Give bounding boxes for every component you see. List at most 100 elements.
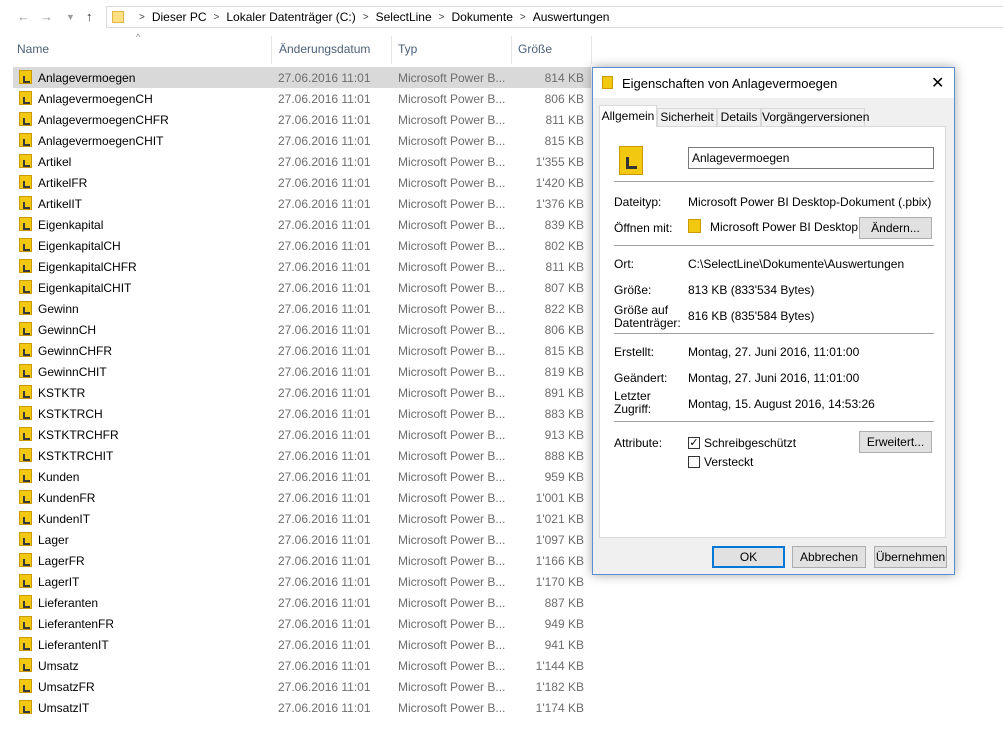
tab-sicherheit[interactable]: Sicherheit bbox=[657, 108, 717, 126]
file-date: 27.06.2016 11:01 bbox=[278, 92, 371, 106]
erweitert-button[interactable]: Erweitert... bbox=[859, 431, 932, 453]
breadcrumb-item[interactable]: Dokumente bbox=[452, 10, 513, 24]
file-row[interactable]: EigenkapitalCHIT 27.06.2016 11:01 Microsof… bbox=[13, 277, 591, 298]
tab-vorgaengerversionen[interactable]: Vorgängerversionen bbox=[761, 108, 869, 126]
file-row[interactable]: GewinnCHIT 27.06.2016 11:01 Microsoft Powe… bbox=[13, 361, 591, 382]
file-date: 27.06.2016 11:01 bbox=[278, 134, 371, 148]
file-row[interactable]: KSTKTRCHIT 27.06.2016 11:01 Microsoft Powe… bbox=[13, 445, 591, 466]
file-row[interactable]: EigenkapitalCHFR 27.06.2016 11:01 Microsof… bbox=[13, 256, 591, 277]
divider bbox=[614, 245, 934, 246]
power-bi-file-icon bbox=[19, 70, 32, 84]
file-row[interactable]: LieferantenIT 27.06.2016 11:01 Microsoft P… bbox=[13, 634, 591, 655]
file-row[interactable]: Anlagevermoegen 27.06.2016 11:01 Microsoft… bbox=[13, 67, 591, 88]
file-row[interactable]: KSTKTRCHFR 27.06.2016 11:01 Microsoft Powe… bbox=[13, 424, 591, 445]
file-size: 811 KB bbox=[545, 113, 584, 127]
ok-button[interactable]: OK bbox=[712, 546, 785, 568]
file-type: Microsoft Power B... bbox=[398, 239, 506, 253]
file-row[interactable]: GewinnCHFR 27.06.2016 11:01 Microsoft Powe… bbox=[13, 340, 591, 361]
divider bbox=[614, 181, 934, 182]
file-row[interactable]: Umsatz 27.06.2016 11:01 Microsoft Power B.… bbox=[13, 655, 591, 676]
aendern-button[interactable]: Ändern... bbox=[859, 217, 932, 239]
chevron-right-icon[interactable]: > bbox=[139, 12, 145, 23]
chevron-down-icon[interactable]: ▼ bbox=[66, 12, 75, 22]
file-row[interactable]: AnlagevermoegenCHFR 27.06.2016 11:01 Micro… bbox=[13, 109, 591, 130]
breadcrumb-item[interactable]: SelectLine bbox=[376, 10, 432, 24]
file-size: 814 KB bbox=[544, 71, 584, 85]
tab-details[interactable]: Details bbox=[717, 108, 761, 126]
column-divider[interactable] bbox=[591, 36, 592, 64]
oeffnen-value: Microsoft Power BI Desktop bbox=[710, 220, 859, 234]
file-row[interactable]: UmsatzIT 27.06.2016 11:01 Microsoft Power … bbox=[13, 697, 591, 718]
file-row[interactable]: Artikel 27.06.2016 11:01 Microsoft Power B… bbox=[13, 151, 591, 172]
file-row[interactable]: AnlagevermoegenCH 27.06.2016 11:01 Microso… bbox=[13, 88, 591, 109]
column-divider[interactable] bbox=[511, 36, 512, 64]
power-bi-file-icon bbox=[19, 427, 32, 441]
file-row[interactable]: Eigenkapital 27.06.2016 11:01 Microsoft Po… bbox=[13, 214, 591, 235]
file-date: 27.06.2016 11:01 bbox=[278, 176, 371, 190]
file-row[interactable]: KSTKTR 27.06.2016 11:01 Microsoft Power B.… bbox=[13, 382, 591, 403]
file-size: 1'376 KB bbox=[535, 197, 584, 211]
file-row[interactable]: KundenIT 27.06.2016 11:01 Microsoft Power … bbox=[13, 508, 591, 529]
power-bi-file-icon bbox=[19, 343, 32, 357]
divider bbox=[614, 333, 934, 334]
power-bi-file-icon bbox=[19, 595, 32, 609]
breadcrumb-item[interactable]: Auswertungen bbox=[533, 10, 610, 24]
power-bi-app-icon bbox=[688, 219, 701, 233]
hidden-checkbox[interactable] bbox=[688, 456, 700, 468]
file-row[interactable]: EigenkapitalCH 27.06.2016 11:01 Microsoft … bbox=[13, 235, 591, 256]
readonly-checkbox[interactable]: ✓ bbox=[688, 437, 700, 449]
file-size: 1'182 KB bbox=[535, 680, 584, 694]
file-name: Artikel bbox=[38, 155, 72, 169]
column-header-type[interactable]: Typ bbox=[398, 40, 508, 64]
abbrechen-button[interactable]: Abbrechen bbox=[792, 546, 866, 568]
file-name-input[interactable] bbox=[688, 147, 934, 169]
column-divider[interactable] bbox=[391, 36, 392, 64]
file-size: 806 KB bbox=[544, 323, 584, 337]
file-size: 1'097 KB bbox=[535, 533, 584, 547]
power-bi-file-icon bbox=[19, 238, 32, 252]
breadcrumb-item[interactable]: Dieser PC bbox=[152, 10, 207, 24]
file-size: 1'420 KB bbox=[535, 176, 584, 190]
breadcrumb-item[interactable]: Lokaler Datenträger (C:) bbox=[226, 10, 355, 24]
file-size: 811 KB bbox=[545, 260, 584, 274]
file-size: 1'001 KB bbox=[535, 491, 584, 505]
forward-icon[interactable]: → bbox=[40, 9, 53, 24]
power-bi-file-icon bbox=[19, 574, 32, 588]
file-name: ArtikelFR bbox=[38, 176, 88, 190]
file-row[interactable]: LieferantenFR 27.06.2016 11:01 Microsoft P… bbox=[13, 613, 591, 634]
file-row[interactable]: LagerIT 27.06.2016 11:01 Microsoft Power B… bbox=[13, 571, 591, 592]
file-row[interactable]: UmsatzFR 27.06.2016 11:01 Microsoft Power … bbox=[13, 676, 591, 697]
file-row[interactable]: Kunden 27.06.2016 11:01 Microsoft Power B.… bbox=[13, 466, 591, 487]
tab-allgemein[interactable]: Allgemein bbox=[599, 105, 657, 127]
file-row[interactable]: ArtikelFR 27.06.2016 11:01 Microsoft Power… bbox=[13, 172, 591, 193]
chevron-right-icon[interactable]: > bbox=[214, 12, 220, 23]
file-row[interactable]: ArtikelIT 27.06.2016 11:01 Microsoft Power… bbox=[13, 193, 591, 214]
close-icon[interactable]: ✕ bbox=[931, 73, 944, 93]
column-header-date[interactable]: Änderungsdatum bbox=[279, 40, 389, 64]
file-date: 27.06.2016 11:01 bbox=[278, 113, 371, 127]
file-name: Anlagevermoegen bbox=[38, 71, 136, 85]
file-row[interactable]: KSTKTRCH 27.06.2016 11:01 Microsoft Power … bbox=[13, 403, 591, 424]
file-row[interactable]: AnlagevermoegenCHIT 27.06.2016 11:01 Micro… bbox=[13, 130, 591, 151]
file-type: Microsoft Power B... bbox=[398, 554, 506, 568]
breadcrumb[interactable]: > Dieser PC > Lokaler Datenträger (C:) >… bbox=[106, 6, 1003, 28]
folder-icon bbox=[112, 11, 124, 23]
column-header-size[interactable]: Größe bbox=[518, 40, 588, 64]
chevron-right-icon[interactable]: > bbox=[363, 12, 369, 23]
uebernehmen-button[interactable]: Übernehmen bbox=[874, 546, 947, 568]
chevron-right-icon[interactable]: > bbox=[439, 12, 445, 23]
file-row[interactable]: Lager 27.06.2016 11:01 Microsoft Power B..… bbox=[13, 529, 591, 550]
up-icon[interactable]: ↑ bbox=[86, 9, 93, 24]
column-divider[interactable] bbox=[271, 36, 272, 64]
file-name: Gewinn bbox=[38, 302, 79, 316]
column-header-name[interactable]: Name bbox=[17, 40, 267, 64]
file-row[interactable]: Lieferanten 27.06.2016 11:01 Microsoft Pow… bbox=[13, 592, 591, 613]
chevron-right-icon[interactable]: > bbox=[520, 12, 526, 23]
file-row[interactable]: Gewinn 27.06.2016 11:01 Microsoft Power B.… bbox=[13, 298, 591, 319]
general-panel: Dateityp: Microsoft Power BI Desktop-Dok… bbox=[599, 126, 946, 538]
file-row[interactable]: KundenFR 27.06.2016 11:01 Microsoft Power … bbox=[13, 487, 591, 508]
file-row[interactable]: LagerFR 27.06.2016 11:01 Microsoft Power B… bbox=[13, 550, 591, 571]
back-icon[interactable]: ← bbox=[17, 9, 30, 24]
dialog-title-bar[interactable]: Eigenschaften von Anlagevermoegen ✕ bbox=[593, 68, 954, 98]
file-row[interactable]: GewinnCH 27.06.2016 11:01 Microsoft Power … bbox=[13, 319, 591, 340]
